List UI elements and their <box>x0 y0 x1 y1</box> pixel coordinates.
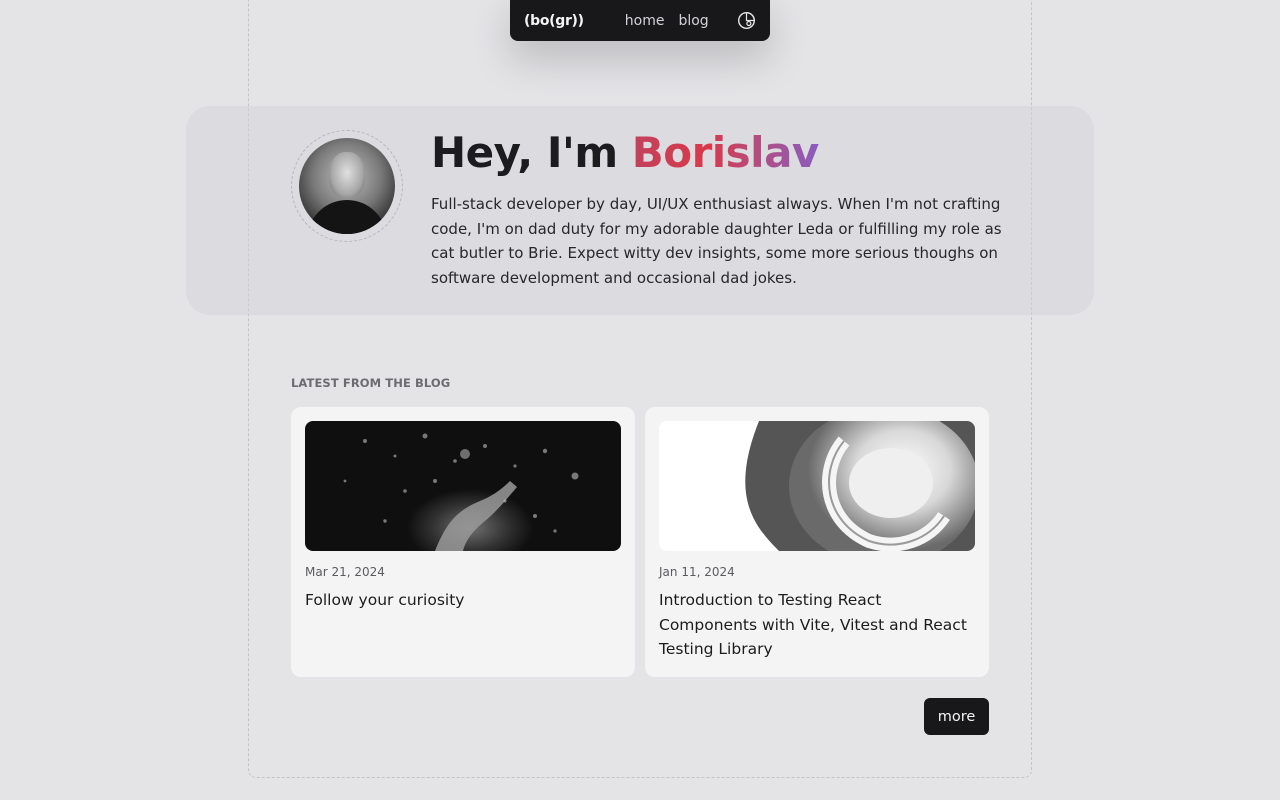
theme-toggle-button[interactable] <box>736 11 756 31</box>
nav-link-blog[interactable]: blog <box>678 13 708 29</box>
avatar-ring <box>291 130 403 242</box>
nav-links: home blog <box>625 13 709 29</box>
navbar: (bo(gr)) home blog <box>510 0 770 41</box>
hero-bio: Full-stack developer by day, UI/UX enthu… <box>431 195 1002 288</box>
blog-card-image <box>659 421 975 551</box>
nav-link-home[interactable]: home <box>625 13 665 29</box>
more-button[interactable]: more <box>924 698 989 735</box>
hero-greeting: Hey, I'm <box>431 128 632 177</box>
hero-title: Hey, I'm Borislav <box>431 128 819 177</box>
site-logo[interactable]: (bo(gr)) <box>524 13 584 29</box>
hero-name: Borislav <box>631 128 820 177</box>
blog-section-label: LATEST FROM THE BLOG <box>291 376 451 390</box>
blog-card[interactable]: Mar 21, 2024 Follow your curiosity <box>291 407 635 677</box>
blog-card-title[interactable]: Follow your curiosity <box>305 588 621 613</box>
blog-card-date: Jan 11, 2024 <box>659 565 735 579</box>
blog-card-image <box>305 421 621 551</box>
blog-card-date: Mar 21, 2024 <box>305 565 385 579</box>
blog-card[interactable]: Jan 11, 2024 Introduction to Testing Rea… <box>645 407 989 677</box>
blog-card-title[interactable]: Introduction to Testing React Components… <box>659 588 975 662</box>
theme-toggle-icon <box>737 11 755 30</box>
hero-section: Hey, I'm Borislav Full-stack developer b… <box>186 106 1094 315</box>
avatar <box>299 138 395 234</box>
